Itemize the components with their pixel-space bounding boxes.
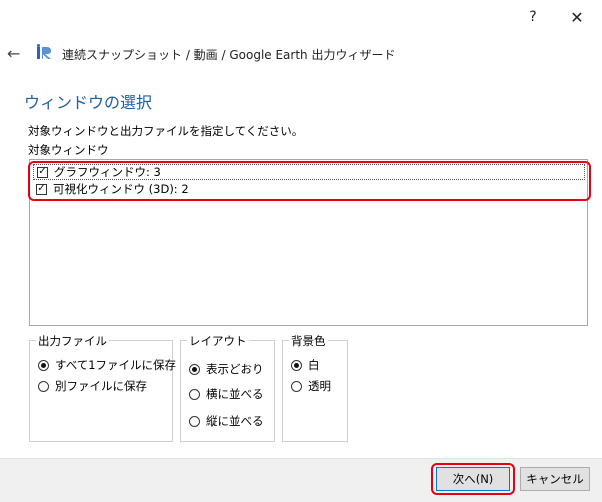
radio-layout-as-displayed[interactable]: 表示どおり <box>189 361 264 377</box>
radio-label: 縦に並べる <box>206 414 264 428</box>
radio-label: 白 <box>308 358 320 372</box>
radio-label: すべて1ファイルに保存 <box>55 358 177 372</box>
radio-label: 表示どおり <box>206 362 264 376</box>
list-item-label: グラフウィンドウ: 3 <box>54 165 161 179</box>
radio-save-separate-files[interactable]: 別ファイルに保存 <box>38 378 147 394</box>
back-arrow-icon[interactable]: ← <box>7 44 20 63</box>
instruction-text: 対象ウィンドウと出力ファイルを指定してください。 <box>28 124 304 138</box>
radio-label: 横に並べる <box>206 387 264 401</box>
target-window-list[interactable]: ✓ グラフウィンドウ: 3 ✓ 可視化ウィンドウ (3D): 2 <box>29 159 588 326</box>
radio-background-white[interactable]: 白 <box>291 357 320 373</box>
layout-group-title: レイアウト <box>187 333 249 349</box>
list-item-graph-window[interactable]: ✓ グラフウィンドウ: 3 <box>33 164 585 180</box>
close-button[interactable]: ✕ <box>563 6 591 28</box>
page-heading: ウィンドウの選択 <box>24 93 153 112</box>
next-button[interactable]: 次へ(N) <box>436 467 510 491</box>
cancel-button[interactable]: キャンセル <box>520 467 590 491</box>
radio-layout-vertical[interactable]: 縦に並べる <box>189 413 264 429</box>
help-button[interactable]: ? <box>519 6 547 28</box>
window-title: 連続スナップショット / 動画 / Google Earth 出力ウィザード <box>62 48 396 62</box>
radio-button[interactable] <box>38 380 49 392</box>
list-item-label: 可視化ウィンドウ (3D): 2 <box>53 182 189 196</box>
radio-label: 別ファイルに保存 <box>55 379 147 393</box>
list-item-visualization-window[interactable]: ✓ 可視化ウィンドウ (3D): 2 <box>33 181 585 197</box>
radio-background-transparent[interactable]: 透明 <box>291 378 331 394</box>
app-logo-icon <box>37 44 51 59</box>
background-color-group-title: 背景色 <box>289 333 328 349</box>
radio-save-single-file[interactable]: すべて1ファイルに保存 <box>38 357 176 373</box>
radio-button[interactable] <box>291 359 302 371</box>
checkbox-graph-window[interactable]: ✓ <box>37 166 48 178</box>
radio-layout-horizontal[interactable]: 横に並べる <box>189 386 264 402</box>
checkbox-visualization-window[interactable]: ✓ <box>36 183 47 195</box>
target-window-label: 対象ウィンドウ <box>28 143 109 157</box>
background-color-group: 背景色 白 透明 <box>282 333 348 442</box>
radio-label: 透明 <box>308 379 331 393</box>
radio-button[interactable] <box>291 380 302 392</box>
radio-button[interactable] <box>38 359 49 371</box>
radio-button[interactable] <box>189 363 200 375</box>
radio-button[interactable] <box>189 415 200 427</box>
output-file-group-title: 出力ファイル <box>36 333 109 349</box>
output-file-group: 出力ファイル すべて1ファイルに保存 別ファイルに保存 <box>29 333 176 442</box>
footer-bar <box>0 458 602 502</box>
layout-group: レイアウト 表示どおり 横に並べる 縦に並べる <box>180 333 275 442</box>
radio-button[interactable] <box>189 388 200 400</box>
